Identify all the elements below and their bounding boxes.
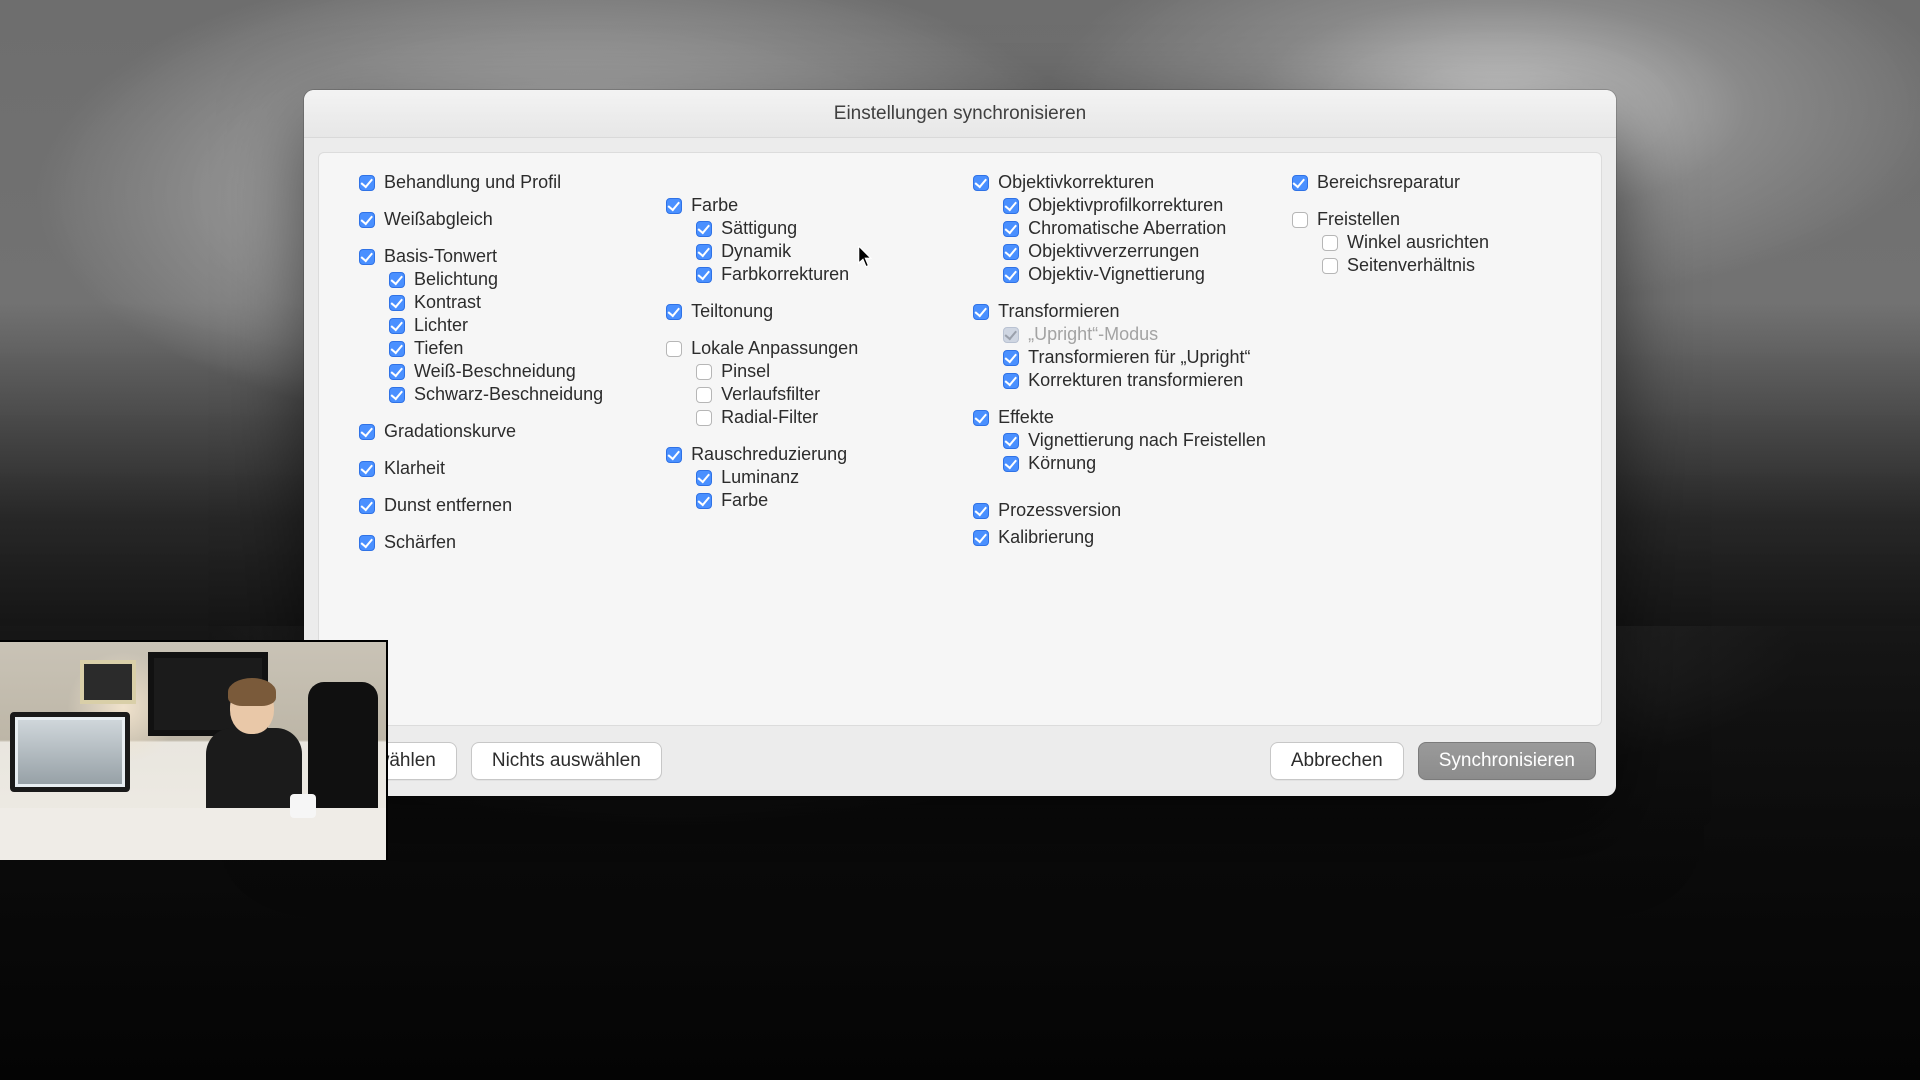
dialog-title: Einstellungen synchronisieren — [304, 90, 1616, 138]
label-white-clip: Weiß-Beschneidung — [414, 361, 576, 382]
checkbox-straighten[interactable] — [1322, 235, 1338, 251]
label-distortion: Objektivverzerrungen — [1028, 241, 1199, 262]
checkbox-shadows[interactable] — [389, 341, 405, 357]
checkbox-noise[interactable] — [666, 447, 682, 463]
label-transform-adjust: Korrekturen transformieren — [1028, 370, 1243, 391]
label-contrast: Kontrast — [414, 292, 481, 313]
checkbox-effects[interactable] — [973, 410, 989, 426]
checkbox-local[interactable] — [666, 341, 682, 357]
label-crop: Freistellen — [1317, 209, 1400, 230]
label-basic: Basis-Tonwert — [384, 246, 497, 267]
checkbox-postcrop-vignette[interactable] — [1003, 433, 1019, 449]
cancel-button[interactable]: Abbrechen — [1270, 742, 1404, 780]
checkbox-splittoning[interactable] — [666, 304, 682, 320]
checkbox-upright-transform[interactable] — [1003, 350, 1019, 366]
checkbox-tonecurve[interactable] — [359, 424, 375, 440]
checkbox-contrast[interactable] — [389, 295, 405, 311]
column-4: Bereichsreparatur Freistellen Winkel aus… — [1292, 171, 1573, 707]
checkbox-process[interactable] — [973, 503, 989, 519]
label-spot: Bereichsreparatur — [1317, 172, 1460, 193]
checkbox-graduated[interactable] — [696, 387, 712, 403]
label-straighten: Winkel ausrichten — [1347, 232, 1489, 253]
label-postcrop-vignette: Vignettierung nach Freistellen — [1028, 430, 1266, 451]
webcam-overlay — [0, 640, 388, 860]
label-color: Farbe — [691, 195, 738, 216]
label-upright-mode: „Upright“-Modus — [1028, 324, 1158, 345]
label-process: Prozessversion — [998, 500, 1121, 521]
label-shadows: Tiefen — [414, 338, 463, 359]
label-grain: Körnung — [1028, 453, 1096, 474]
label-whitebalance: Weißabgleich — [384, 209, 493, 230]
checkbox-lensprofile[interactable] — [1003, 198, 1019, 214]
label-graduated: Verlaufsfilter — [721, 384, 820, 405]
checkbox-highlights[interactable] — [389, 318, 405, 334]
label-brush: Pinsel — [721, 361, 770, 382]
checkbox-basic[interactable] — [359, 249, 375, 265]
options-panel: Behandlung und Profil Weißabgleich Basis… — [318, 152, 1602, 726]
label-radial: Radial-Filter — [721, 407, 818, 428]
label-transform: Transformieren — [998, 301, 1119, 322]
checkbox-distortion[interactable] — [1003, 244, 1019, 260]
checkbox-clarity[interactable] — [359, 461, 375, 477]
checkbox-grain[interactable] — [1003, 456, 1019, 472]
checkbox-upright-mode — [1003, 327, 1019, 343]
checkbox-dehaze[interactable] — [359, 498, 375, 514]
label-chromatic: Chromatische Aberration — [1028, 218, 1226, 239]
select-none-button[interactable]: Nichts auswählen — [471, 742, 662, 780]
column-1: Behandlung und Profil Weißabgleich Basis… — [359, 171, 640, 707]
label-local: Lokale Anpassungen — [691, 338, 858, 359]
label-tonecurve: Gradationskurve — [384, 421, 516, 442]
checkbox-transform[interactable] — [973, 304, 989, 320]
checkbox-saturation[interactable] — [696, 221, 712, 237]
label-noise: Rauschreduzierung — [691, 444, 847, 465]
label-upright-transform: Transformieren für „Upright“ — [1028, 347, 1250, 368]
checkbox-coloradjust[interactable] — [696, 267, 712, 283]
label-clarity: Klarheit — [384, 458, 445, 479]
label-exposure: Belichtung — [414, 269, 498, 290]
label-luminance: Luminanz — [721, 467, 799, 488]
label-calibration: Kalibrierung — [998, 527, 1094, 548]
checkbox-brush[interactable] — [696, 364, 712, 380]
checkbox-noise-color[interactable] — [696, 493, 712, 509]
checkbox-crop[interactable] — [1292, 212, 1308, 228]
sync-settings-dialog: Einstellungen synchronisieren Behandlung… — [304, 90, 1616, 796]
label-saturation: Sättigung — [721, 218, 797, 239]
label-aspect: Seitenverhältnis — [1347, 255, 1475, 276]
label-highlights: Lichter — [414, 315, 468, 336]
checkbox-treatment[interactable] — [359, 175, 375, 191]
label-treatment: Behandlung und Profil — [384, 172, 561, 193]
checkbox-radial[interactable] — [696, 410, 712, 426]
checkbox-whitebalance[interactable] — [359, 212, 375, 228]
label-vignetting: Objektiv-Vignettierung — [1028, 264, 1205, 285]
checkbox-chromatic[interactable] — [1003, 221, 1019, 237]
label-splittoning: Teiltonung — [691, 301, 773, 322]
column-2: Farbe Sättigung Dynamik Farbkorrekturen … — [666, 171, 947, 707]
checkbox-exposure[interactable] — [389, 272, 405, 288]
checkbox-calibration[interactable] — [973, 530, 989, 546]
label-dehaze: Dunst entfernen — [384, 495, 512, 516]
checkbox-aspect[interactable] — [1322, 258, 1338, 274]
checkbox-luminance[interactable] — [696, 470, 712, 486]
label-vibrance: Dynamik — [721, 241, 791, 262]
label-noise-color: Farbe — [721, 490, 768, 511]
label-black-clip: Schwarz-Beschneidung — [414, 384, 603, 405]
checkbox-white-clip[interactable] — [389, 364, 405, 380]
checkbox-vignetting[interactable] — [1003, 267, 1019, 283]
label-coloradjust: Farbkorrekturen — [721, 264, 849, 285]
checkbox-color[interactable] — [666, 198, 682, 214]
label-effects: Effekte — [998, 407, 1054, 428]
column-3: Objektivkorrekturen Objektivprofilkorrek… — [973, 171, 1266, 707]
checkbox-transform-adjust[interactable] — [1003, 373, 1019, 389]
checkbox-spot[interactable] — [1292, 175, 1308, 191]
synchronize-button[interactable]: Synchronisieren — [1418, 742, 1596, 780]
label-lensprofile: Objektivprofilkorrekturen — [1028, 195, 1223, 216]
checkbox-black-clip[interactable] — [389, 387, 405, 403]
checkbox-lens[interactable] — [973, 175, 989, 191]
label-lens: Objektivkorrekturen — [998, 172, 1154, 193]
checkbox-sharpen[interactable] — [359, 535, 375, 551]
dialog-footer: auswählen Nichts auswählen Abbrechen Syn… — [304, 726, 1616, 796]
checkbox-vibrance[interactable] — [696, 244, 712, 260]
label-sharpen: Schärfen — [384, 532, 456, 553]
